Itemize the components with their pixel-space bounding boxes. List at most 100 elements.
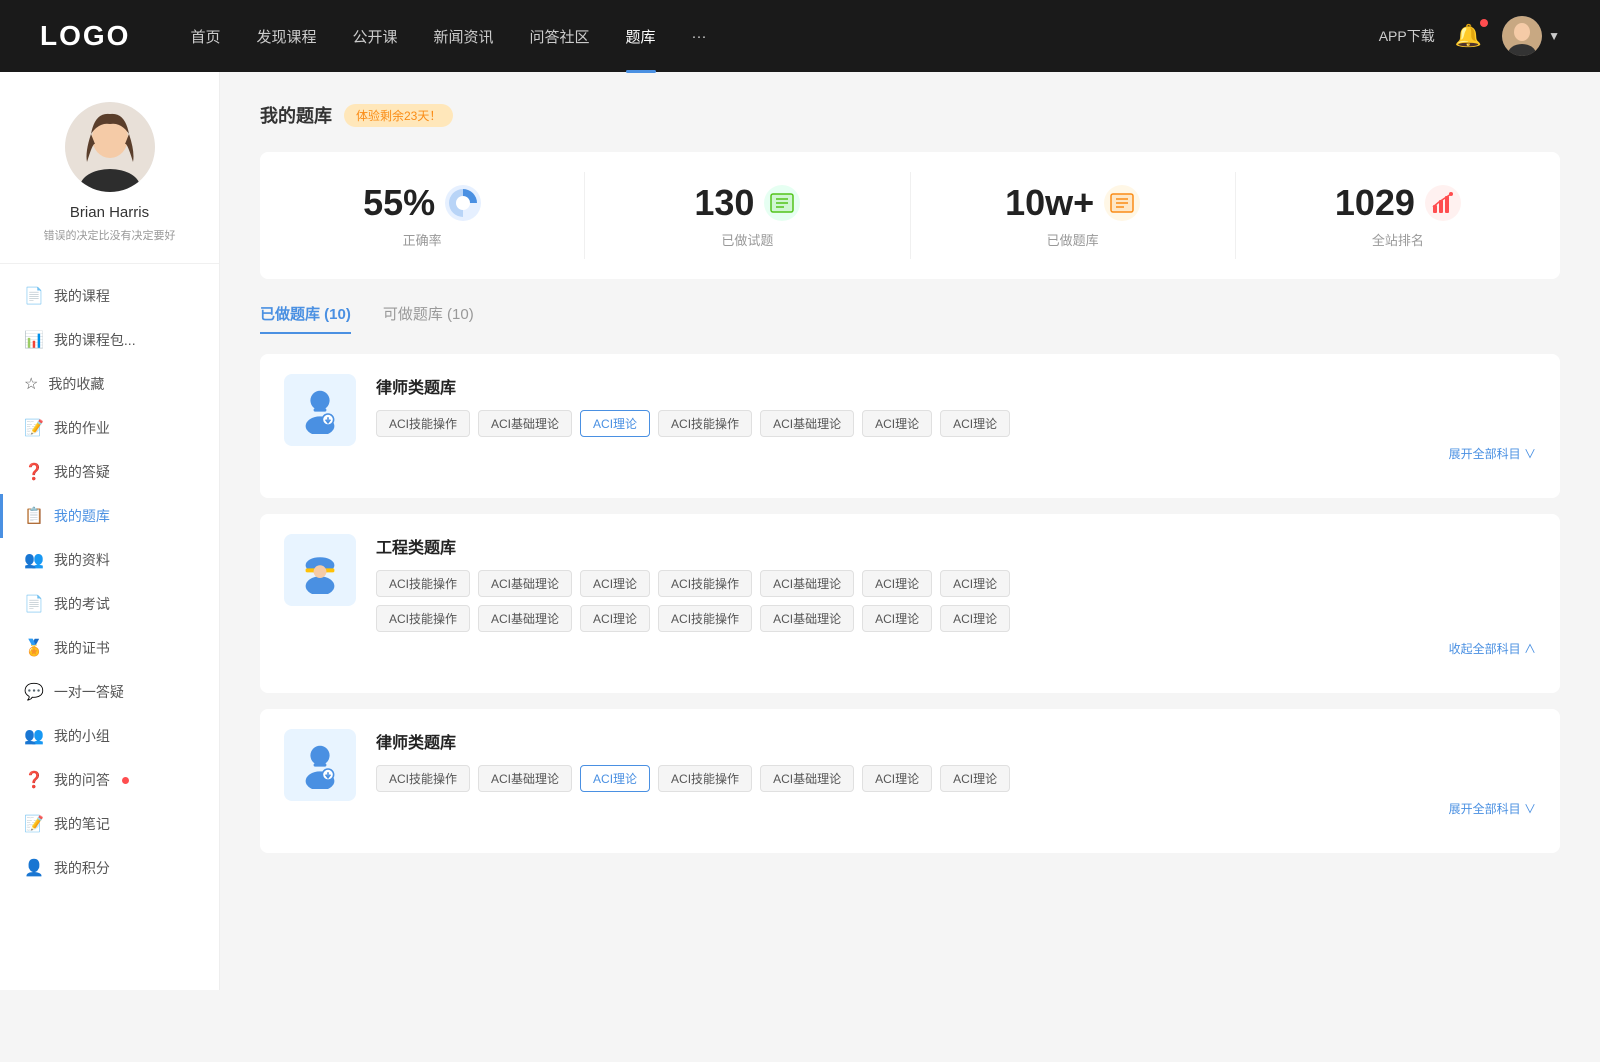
bank-card-2: 律师类题库 ACI技能操作 ACI基础理论 ACI理论 ACI技能操作 ACI基…	[260, 709, 1560, 853]
nav-more[interactable]: ···	[692, 28, 707, 45]
nav-open-course[interactable]: 公开课	[352, 26, 397, 47]
sidebar-item-my-group[interactable]: 👥 我的小组	[0, 714, 219, 758]
accuracy-chart-icon	[445, 185, 481, 221]
group-icon: 👥	[24, 726, 44, 746]
sidebar-item-one-on-one[interactable]: 💬 一对一答疑	[0, 670, 219, 714]
logo[interactable]: LOGO	[40, 20, 130, 52]
sidebar-item-my-certificate[interactable]: 🏅 我的证书	[0, 626, 219, 670]
tag-item[interactable]: ACI基础理论	[478, 410, 572, 437]
tag-item[interactable]: ACI基础理论	[760, 570, 854, 597]
expand-link-2[interactable]: 展开全部科目 ∨	[376, 792, 1536, 817]
nav-discover[interactable]: 发现课程	[256, 26, 316, 47]
stat-banks-number: 10w+	[1005, 182, 1094, 224]
sidebar-item-my-notes[interactable]: 📝 我的笔记	[0, 802, 219, 846]
bank-card-1-tags-row2: ACI技能操作 ACI基础理论 ACI理论 ACI技能操作 ACI基础理论 AC…	[376, 605, 1536, 632]
tag-item[interactable]: ACI理论	[940, 410, 1010, 437]
bank-card-1-header: 工程类题库 ACI技能操作 ACI基础理论 ACI理论 ACI技能操作 ACI基…	[284, 534, 1536, 657]
bank-card-0-tags-section: 律师类题库 ACI技能操作 ACI基础理论 ACI理论 ACI技能操作 ACI基…	[376, 374, 1536, 462]
nav-qa[interactable]: 问答社区	[530, 26, 590, 47]
stat-banks-number-row: 10w+	[1005, 182, 1140, 224]
expand-link-0[interactable]: 展开全部科目 ∨	[376, 437, 1536, 462]
tab-available-banks[interactable]: 可做题库 (10)	[383, 303, 474, 334]
tabs-row: 已做题库 (10) 可做题库 (10)	[260, 303, 1560, 334]
stat-ranking-number-row: 1029	[1335, 182, 1461, 224]
tag-item[interactable]: ACI理论	[862, 605, 932, 632]
stat-ranking-number: 1029	[1335, 182, 1415, 224]
bank-card-0-header: 律师类题库 ACI技能操作 ACI基础理论 ACI理论 ACI技能操作 ACI基…	[284, 374, 1536, 462]
sidebar-item-my-points[interactable]: 👤 我的积分	[0, 846, 219, 890]
tag-item[interactable]: ACI基础理论	[478, 570, 572, 597]
tag-item[interactable]: ACI基础理论	[760, 410, 854, 437]
tag-item[interactable]: ACI技能操作	[658, 570, 752, 597]
tag-item[interactable]: ACI技能操作	[658, 410, 752, 437]
sidebar-item-my-course[interactable]: 📄 我的课程	[0, 274, 219, 318]
notes-icon: 📝	[24, 814, 44, 834]
tag-item[interactable]: ACI技能操作	[376, 410, 470, 437]
nav-news[interactable]: 新闻资讯	[434, 26, 494, 47]
tag-item-selected[interactable]: ACI理论	[580, 410, 650, 437]
bank-card-1-tags-row1: ACI技能操作 ACI基础理论 ACI理论 ACI技能操作 ACI基础理论 AC…	[376, 570, 1536, 597]
sidebar-menu: 📄 我的课程 📊 我的课程包... ☆ 我的收藏 📝 我的作业 ❓ 我的答疑 📋	[0, 264, 219, 900]
stats-row: 55% 正确率 130	[260, 152, 1560, 279]
bank-icon: 📋	[24, 506, 44, 526]
bank-card-2-name: 律师类题库	[376, 729, 1536, 753]
stat-accuracy: 55% 正确率	[260, 172, 585, 259]
stat-accuracy-number-row: 55%	[363, 182, 481, 224]
tag-item[interactable]: ACI理论	[940, 765, 1010, 792]
user-avatar-wrap[interactable]: ▼	[1502, 16, 1560, 56]
sidebar-item-my-exam[interactable]: 📄 我的考试	[0, 582, 219, 626]
sidebar-item-my-favorites[interactable]: ☆ 我的收藏	[0, 362, 219, 406]
ranking-chart-icon	[1425, 185, 1461, 221]
favorites-icon: ☆	[24, 374, 38, 394]
tag-item[interactable]: ACI理论	[940, 605, 1010, 632]
stat-accuracy-number: 55%	[363, 182, 435, 224]
nav-bank[interactable]: 题库	[626, 26, 656, 47]
stat-questions-number: 130	[694, 182, 754, 224]
stat-banks-done: 10w+ 已做题库	[911, 172, 1236, 259]
sidebar-item-my-course-package[interactable]: 📊 我的课程包...	[0, 318, 219, 362]
sidebar-item-my-answers[interactable]: ❓ 我的问答	[0, 758, 219, 802]
bank-card-1: 工程类题库 ACI技能操作 ACI基础理论 ACI理论 ACI技能操作 ACI基…	[260, 514, 1560, 693]
avatar	[1502, 16, 1542, 56]
tag-item[interactable]: ACI技能操作	[658, 605, 752, 632]
tag-item[interactable]: ACI基础理论	[760, 765, 854, 792]
stat-banks-label: 已做题库	[1047, 230, 1099, 249]
tag-item[interactable]: ACI理论	[580, 605, 650, 632]
homework-icon: 📝	[24, 418, 44, 438]
bank-card-0-name: 律师类题库	[376, 374, 1536, 398]
tag-item[interactable]: ACI理论	[580, 570, 650, 597]
tag-item[interactable]: ACI基础理论	[478, 605, 572, 632]
app-download-button[interactable]: APP下载	[1379, 26, 1435, 46]
profile-icon: 👥	[24, 550, 44, 570]
stat-ranking-label: 全站排名	[1372, 230, 1424, 249]
collapse-link-1[interactable]: 收起全部科目 ∧	[376, 632, 1536, 657]
header-right: APP下载 🔔 ▼	[1379, 16, 1560, 56]
certificate-icon: 🏅	[24, 638, 44, 658]
tag-item[interactable]: ACI理论	[940, 570, 1010, 597]
exam-icon: 📄	[24, 594, 44, 614]
tag-item[interactable]: ACI技能操作	[376, 605, 470, 632]
notification-bell[interactable]: 🔔	[1455, 23, 1482, 49]
answers-dot-badge	[122, 777, 129, 784]
tag-item[interactable]: ACI基础理论	[760, 605, 854, 632]
bank-card-1-name: 工程类题库	[376, 534, 1536, 558]
profile-name: Brian Harris	[20, 204, 199, 221]
notification-badge	[1480, 19, 1488, 27]
tag-item[interactable]: ACI技能操作	[658, 765, 752, 792]
sidebar-item-my-profile[interactable]: 👥 我的资料	[0, 538, 219, 582]
questions-icon: ❓	[24, 462, 44, 482]
tag-item[interactable]: ACI理论	[862, 570, 932, 597]
tag-item-selected[interactable]: ACI理论	[580, 765, 650, 792]
tag-item[interactable]: ACI理论	[862, 765, 932, 792]
sidebar-item-my-bank[interactable]: 📋 我的题库	[0, 494, 219, 538]
tab-done-banks[interactable]: 已做题库 (10)	[260, 303, 351, 334]
tag-item[interactable]: ACI基础理论	[478, 765, 572, 792]
nav-home[interactable]: 首页	[190, 26, 220, 47]
tag-item[interactable]: ACI技能操作	[376, 765, 470, 792]
questions-chart-icon	[764, 185, 800, 221]
tag-item[interactable]: ACI技能操作	[376, 570, 470, 597]
tag-item[interactable]: ACI理论	[862, 410, 932, 437]
banks-chart-icon	[1104, 185, 1140, 221]
sidebar-item-my-questions[interactable]: ❓ 我的答疑	[0, 450, 219, 494]
sidebar-item-my-homework[interactable]: 📝 我的作业	[0, 406, 219, 450]
